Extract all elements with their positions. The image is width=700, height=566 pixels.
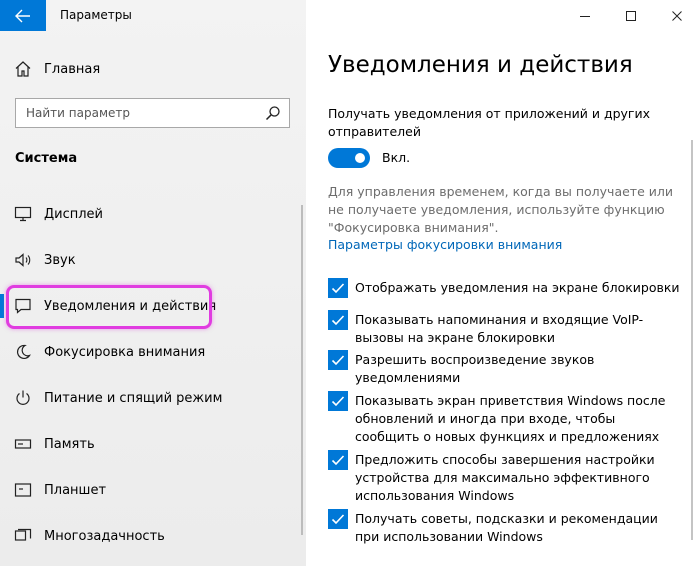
check-icon [331, 455, 345, 466]
nav-home-label: Главная [44, 61, 101, 77]
power-icon [13, 388, 33, 408]
focus-description: Для управления временем, когда вы получа… [328, 184, 673, 235]
checkbox-label: Показывать напоминания и входящие VoIP-в… [355, 312, 644, 345]
title-bar: Параметры [0, 0, 306, 31]
minimize-button[interactable] [562, 0, 608, 31]
checkbox-label: Получать советы, подсказки и рекомендаци… [355, 511, 658, 544]
checkbox-label: Разрешить воспроизведение звуков уведомл… [355, 352, 595, 385]
sidebar-item-label: Фокусировка внимания [44, 344, 206, 360]
back-arrow-icon [15, 9, 30, 22]
content-pane: Уведомления и действия Получать уведомле… [306, 0, 700, 566]
check-icon [331, 315, 345, 326]
checkbox[interactable] [328, 278, 348, 298]
display-icon [13, 204, 33, 224]
nav-home[interactable]: Главная [0, 49, 290, 89]
sidebar-item-power[interactable]: Питание и спящий режим [0, 378, 290, 418]
notifications-toggle[interactable] [328, 148, 370, 168]
search-icon[interactable] [265, 105, 281, 121]
sidebar-item-label: Память [44, 436, 95, 452]
checkbox[interactable] [328, 391, 348, 411]
sidebar-item-label: Дисплей [44, 206, 104, 222]
content-scrollbar[interactable] [691, 140, 693, 540]
sidebar-item-label: Звук [44, 252, 76, 268]
checkbox-label: Показывать экран приветствия Windows пос… [355, 393, 666, 444]
close-button[interactable] [654, 0, 700, 31]
speaker-icon [13, 250, 33, 270]
sidebar-item-sound[interactable]: Звук [0, 240, 290, 280]
sidebar-item-tablet[interactable]: Планшет [0, 470, 290, 510]
multitasking-icon [13, 526, 33, 546]
window-title: Параметры [60, 8, 132, 22]
sidebar-item-label: Планшет [44, 482, 107, 498]
selection-highlight [6, 285, 212, 329]
sidebar-item-label: Питание и спящий режим [44, 390, 223, 406]
checkbox[interactable] [328, 310, 348, 330]
sidebar-item-storage[interactable]: Память [0, 424, 290, 464]
sidebar-scrollbar[interactable] [301, 205, 303, 535]
sidebar-item-display[interactable]: Дисплей [0, 194, 290, 234]
toggle-knob [355, 153, 365, 163]
maximize-icon [626, 10, 636, 21]
checkbox-label: Отображать уведомления на экране блокиро… [355, 280, 680, 295]
sidebar-item-label: Многозадачность [44, 528, 165, 544]
notifications-setting-label: Получать уведомления от приложений и дру… [328, 106, 651, 139]
page-title: Уведомления и действия [328, 52, 633, 78]
checkbox-label: Предложить способы завершения настройки … [355, 452, 655, 503]
focus-assist-link[interactable]: Параметры фокусировки внимания [328, 237, 562, 252]
checkbox[interactable] [328, 350, 348, 370]
check-icon [331, 355, 345, 366]
checkbox[interactable] [328, 450, 348, 470]
sidebar-item-focus-assist[interactable]: Фокусировка внимания [0, 332, 290, 372]
sidebar-item-multitasking[interactable]: Многозадачность [0, 516, 290, 556]
close-icon [672, 10, 682, 21]
check-icon [331, 396, 345, 407]
search-input[interactable] [16, 99, 256, 127]
navigation-pane: Параметры Главная Система Дисплей [0, 0, 306, 566]
toggle-state-label: Вкл. [382, 150, 411, 165]
check-icon [331, 514, 345, 525]
back-button[interactable] [0, 0, 46, 31]
storage-icon [13, 434, 33, 454]
home-icon [13, 59, 33, 79]
check-icon [331, 283, 345, 294]
moon-icon [13, 342, 33, 362]
tablet-icon [13, 480, 33, 500]
minimize-icon [580, 15, 590, 17]
window-controls [562, 0, 700, 31]
maximize-button[interactable] [608, 0, 654, 31]
checkbox[interactable] [328, 509, 348, 529]
section-title: Система [15, 151, 78, 166]
search-box[interactable] [15, 98, 290, 128]
